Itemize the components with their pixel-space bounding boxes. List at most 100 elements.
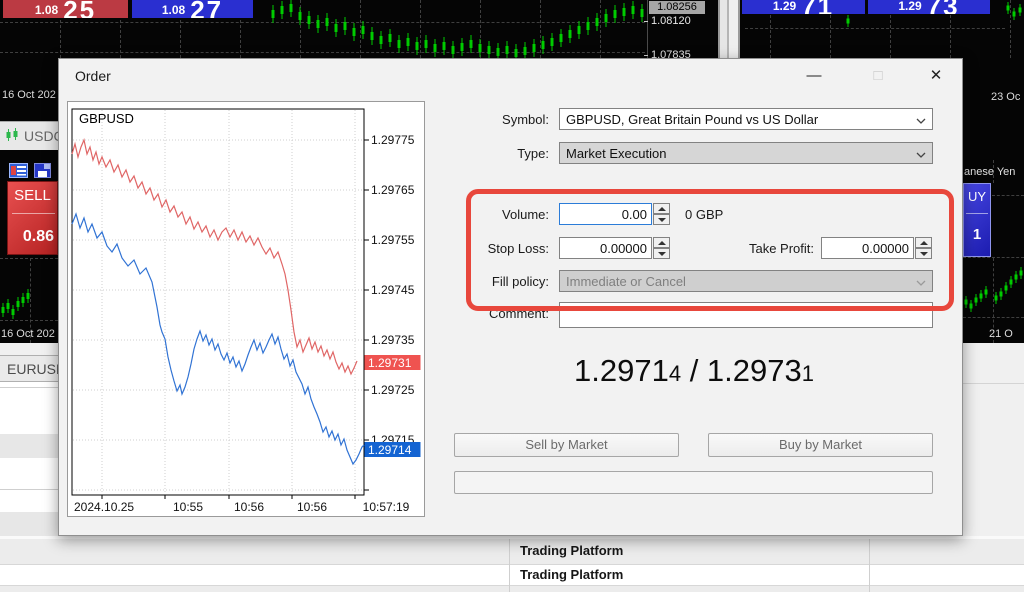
row-divider (0, 387, 58, 388)
candle-body (416, 42, 419, 50)
time-axis-label: 16 Oct 202 (1, 328, 58, 340)
candle-body (425, 40, 428, 48)
take-profit-input[interactable] (821, 237, 914, 259)
one-click-buy-panel[interactable]: UY 1 (963, 183, 991, 257)
volume-input[interactable] (559, 203, 652, 225)
candle-body (533, 44, 536, 52)
chart-symbol-title: EURUSD (7, 361, 58, 377)
y-axis-label: 1.29755 (371, 233, 415, 247)
take-profit-stepper (915, 237, 932, 259)
candle-body (452, 46, 455, 54)
y-axis-label: 1.29745 (371, 283, 415, 297)
plot-border (72, 109, 364, 495)
minimize-button[interactable]: — (797, 63, 831, 88)
buy-quote-button-gbpusd[interactable]: 1.29 73 (868, 0, 990, 14)
comment-label: Comment: (449, 306, 549, 321)
x-axis-label: 10:55 (173, 500, 203, 514)
candle-body (7, 303, 10, 309)
sell-quote-button-gbpusd[interactable]: 1.29 71 (742, 0, 865, 14)
journal-entry: Trading Platform (520, 567, 623, 582)
maximize-button: □ (861, 63, 895, 88)
chevron-down-icon[interactable] (916, 118, 926, 124)
journal-row (0, 586, 1024, 592)
divider (12, 213, 55, 214)
tick-chart: 1.297751.297651.297551.297451.297351.297… (68, 102, 426, 518)
buy-volume: 1 (964, 226, 990, 243)
chart-symbol-title: USDC (24, 128, 58, 144)
sell-price: 0.86 (23, 228, 54, 246)
candle-body (975, 298, 978, 303)
bid-price-pip: 4 (669, 361, 681, 386)
chart-window-titlebar-usdchf[interactable]: USDC (0, 121, 58, 150)
comment-input[interactable] (559, 302, 933, 328)
quote-separator: / (681, 353, 707, 388)
candle-body (551, 38, 554, 46)
order-dialog: Order — □ ✕ 1.297751.297651.297551.29745… (58, 58, 963, 536)
stepper-down-button[interactable] (653, 214, 670, 225)
window-splitter[interactable] (718, 0, 740, 58)
journal-row: Trading Platform (0, 565, 1024, 586)
candle-body (614, 10, 617, 18)
symbol-value: GBPUSD, Great Britain Pound vs US Dollar (566, 112, 818, 127)
candle-body (506, 46, 509, 54)
stepper-up-button[interactable] (653, 237, 670, 248)
x-axis-label: 2024.10.25 (74, 500, 134, 514)
candle-body (335, 24, 338, 32)
sell-quote-button-eurusd[interactable]: 1.08 25 (3, 0, 128, 18)
symbol-dropdown[interactable]: GBPUSD, Great Britain Pound vs US Dollar (559, 108, 933, 130)
one-click-sell-panel[interactable]: SELL 0.86 (7, 181, 58, 255)
stepper-up-button[interactable] (653, 203, 670, 214)
sell-by-market-button[interactable]: Sell by Market (454, 433, 679, 457)
candle-body (344, 22, 347, 30)
chart-symbol-title-jpy: anese Yen (964, 166, 1015, 178)
stop-loss-input[interactable] (559, 237, 652, 259)
stop-loss-label: Stop Loss: (449, 241, 549, 256)
bid-price: 1.2971 (574, 353, 669, 388)
candle-body (308, 16, 311, 24)
stepper-up-button[interactable] (915, 237, 932, 248)
candle-body (326, 18, 329, 26)
candle-body (299, 12, 302, 20)
close-button[interactable]: ✕ (919, 63, 953, 88)
stepper-down-button[interactable] (915, 248, 932, 259)
take-profit-label: Take Profit: (714, 241, 814, 256)
candle-body (560, 34, 563, 42)
time-axis-label: 21 O (989, 328, 1013, 340)
candle-body (995, 296, 998, 301)
x-axis-label: 10:57:19 (363, 500, 410, 514)
dialog-title: Order (75, 68, 111, 84)
quote-price-small: 1.29 (898, 0, 921, 14)
candle-body (497, 48, 500, 56)
candle-body (970, 304, 973, 309)
candle-body (542, 41, 545, 49)
y-axis-label: 1.29735 (371, 333, 415, 347)
journal-entry: Trading Platform (520, 543, 623, 558)
fill-policy-label: Fill policy: (449, 274, 549, 289)
chart-window-titlebar-eurusd[interactable]: EURUSD (0, 355, 58, 382)
list-row (0, 512, 58, 536)
candle-body (623, 8, 626, 16)
quote-price-big: 25 (63, 2, 96, 18)
buy-by-market-button[interactable]: Buy by Market (708, 433, 933, 457)
bid-ask-quote: 1.29714 / 1.29731 (454, 353, 934, 389)
candle-body (470, 40, 473, 48)
buy-quote-button-eurusd[interactable]: 1.08 27 (132, 0, 253, 18)
sell-label: SELL (8, 187, 57, 204)
candle-body (1015, 275, 1018, 280)
order-status-bar (454, 471, 933, 494)
candle-body (362, 26, 365, 34)
candles-icon (5, 128, 21, 144)
stepper-down-button[interactable] (653, 248, 670, 259)
time-axis-label: 16 Oct 202 (2, 89, 58, 101)
panel-gap (0, 343, 58, 355)
candle-body (1013, 12, 1016, 17)
candle-body (524, 47, 527, 55)
save-icon[interactable] (34, 163, 52, 179)
candle-body (22, 297, 25, 303)
dialog-titlebar[interactable]: Order — □ ✕ (59, 59, 962, 99)
chevron-down-icon[interactable] (916, 152, 926, 158)
market-watch-icon[interactable] (9, 163, 29, 179)
order-type-dropdown[interactable]: Market Execution (559, 142, 933, 164)
market-watch-rows (0, 382, 58, 539)
stop-loss-stepper (653, 237, 670, 259)
